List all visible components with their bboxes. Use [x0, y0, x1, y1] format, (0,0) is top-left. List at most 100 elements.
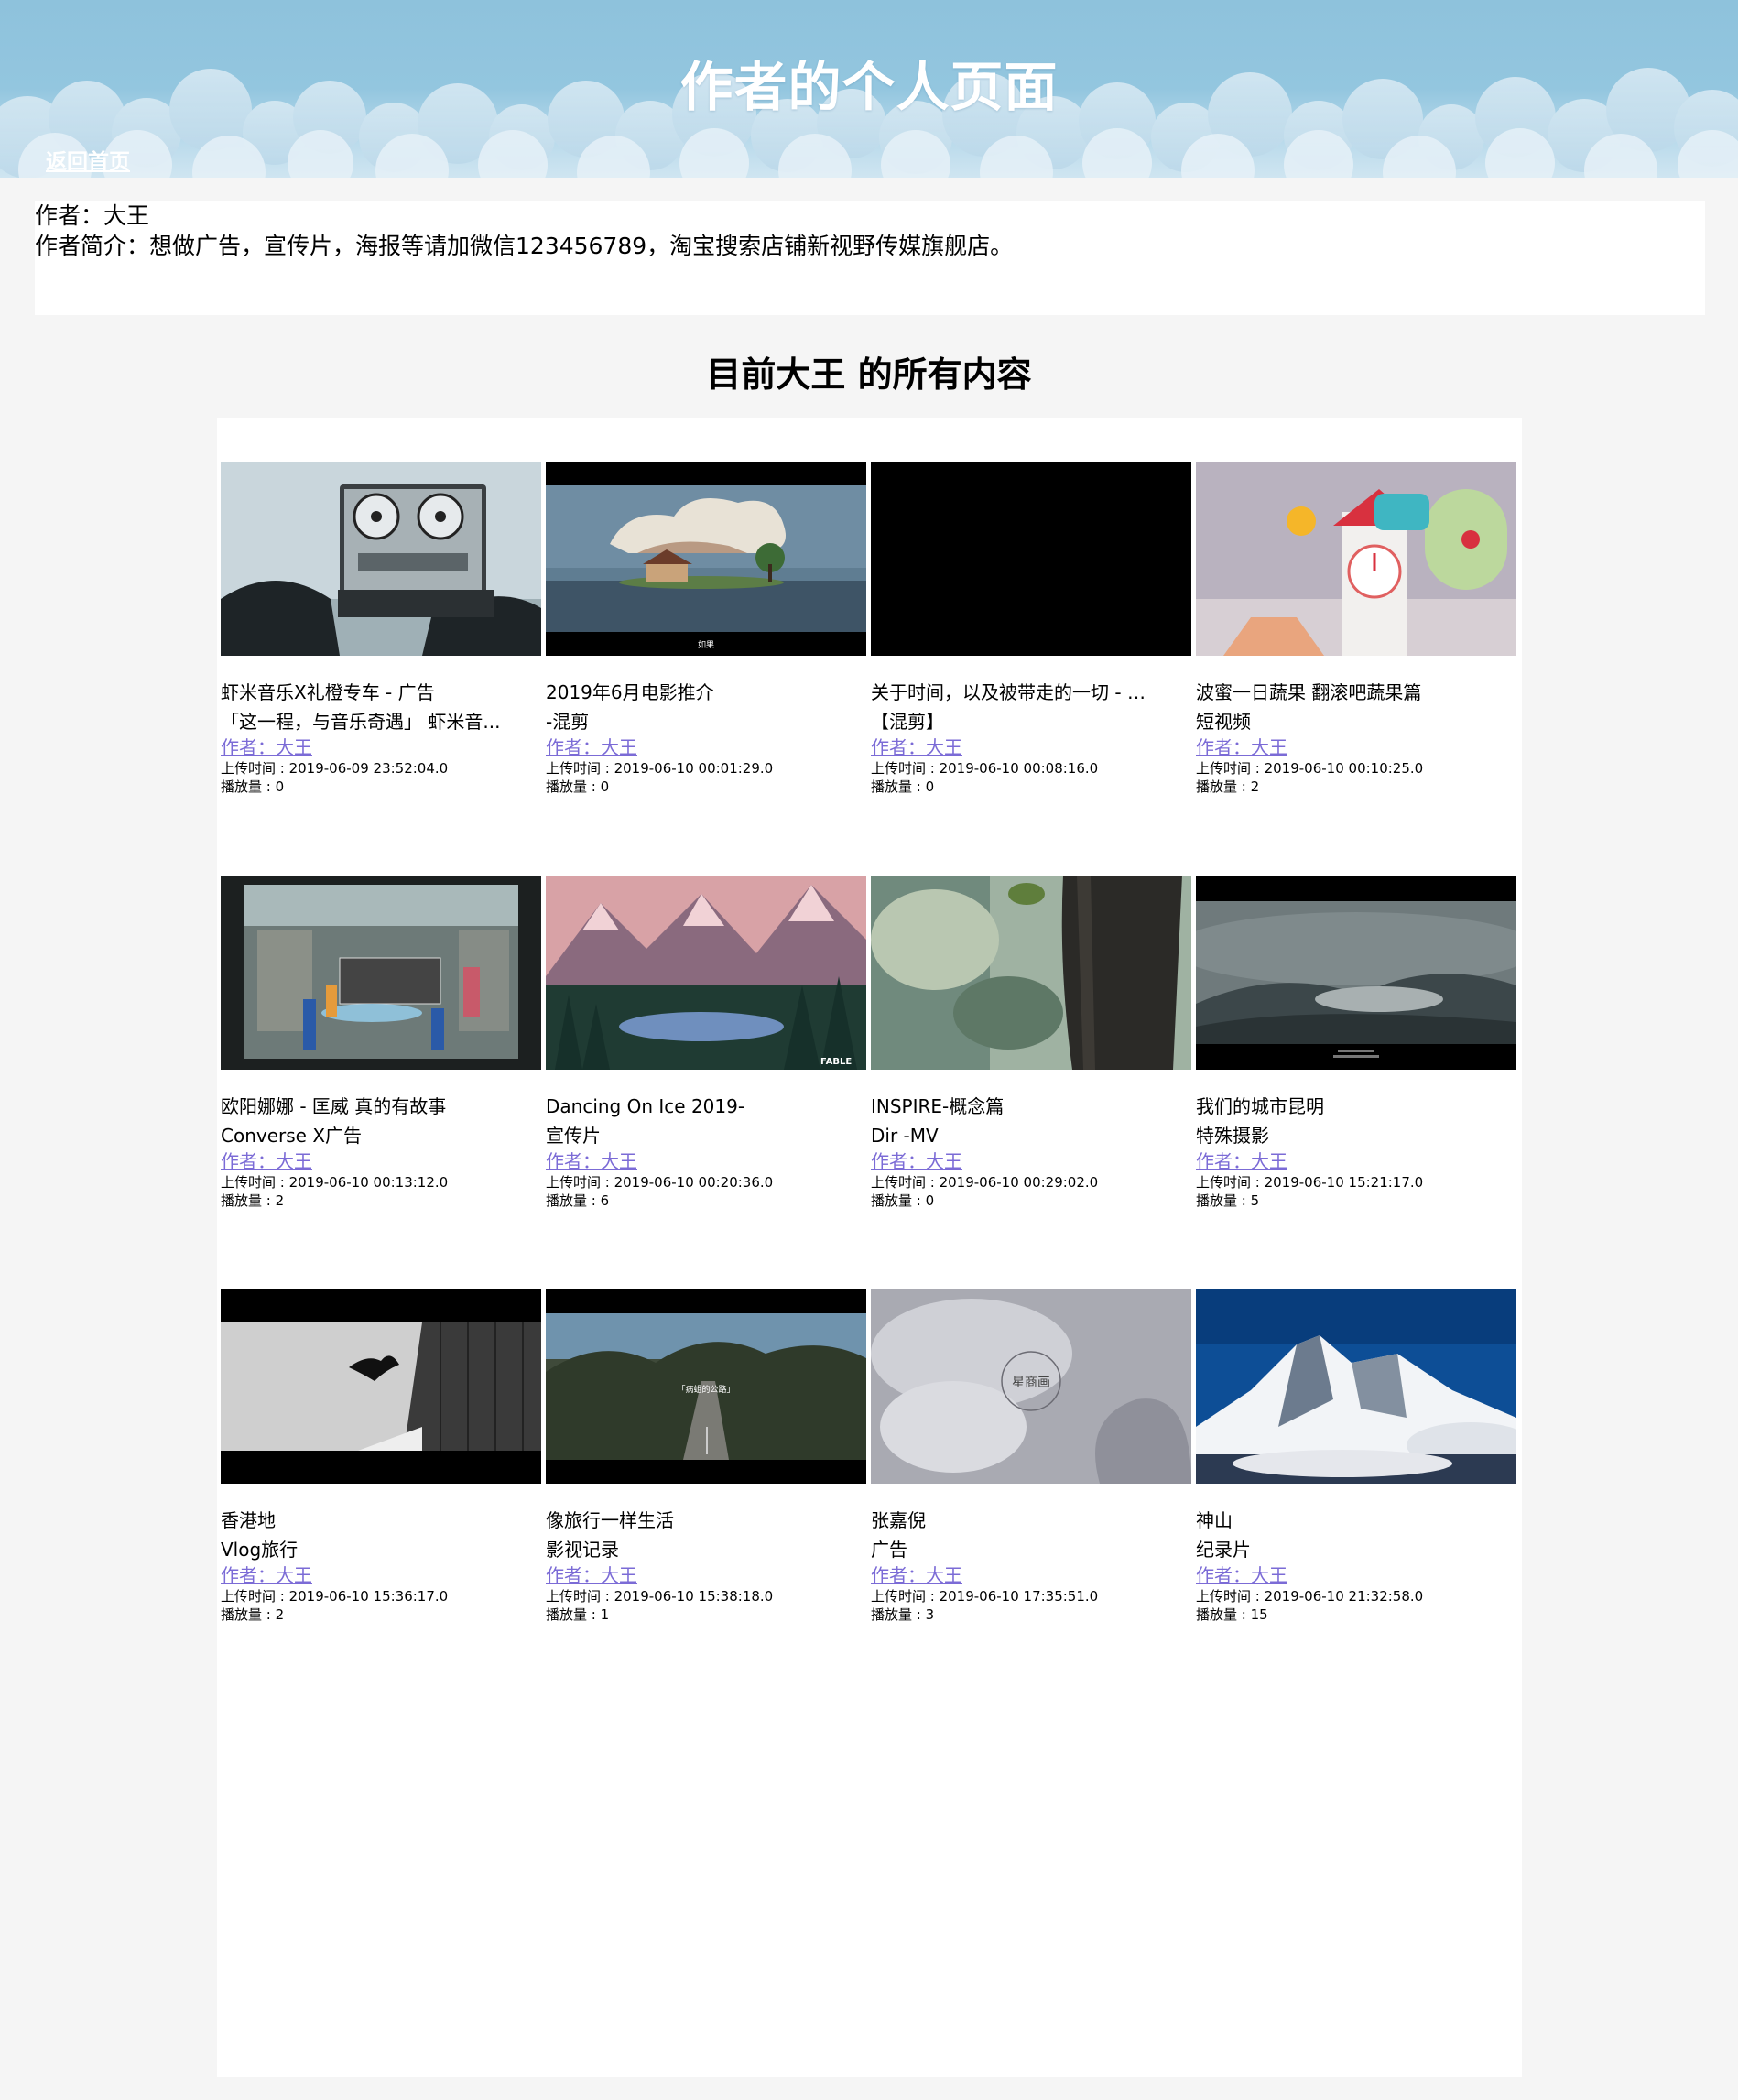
video-title[interactable]: 像旅行一样生活 影视记录: [546, 1506, 866, 1564]
upload-time: 上传时间 : 2019-06-10 00:29:02.0: [871, 1174, 1099, 1191]
video-thumbnail[interactable]: [1196, 1289, 1516, 1484]
video-title-line-2[interactable]: 短视频: [1196, 707, 1480, 736]
video-title-line-1[interactable]: 波蜜一日蔬果 翻滚吧蔬果篇: [1196, 678, 1480, 707]
video-thumbnail[interactable]: [221, 462, 541, 656]
video-meta: 上传时间 : 2019-06-10 00:13:12.0 播放量 : 2: [221, 1173, 448, 1210]
forest-road-image: 「病蛆的公路」: [546, 1289, 866, 1484]
foggy-hills-image: [1196, 876, 1516, 1070]
upload-time: 上传时间 : 2019-06-09 23:52:04.0: [221, 760, 449, 777]
video-title[interactable]: INSPIRE-概念篇 Dir -MV: [871, 1092, 1191, 1150]
play-count: 播放量 : 2: [221, 1606, 285, 1623]
video-title-line-1[interactable]: Dancing On Ice 2019-: [546, 1092, 830, 1121]
video-thumbnail[interactable]: [1196, 876, 1516, 1070]
video-author-link[interactable]: 作者：大王: [871, 1564, 962, 1586]
tape-recorder-image: [221, 462, 541, 656]
video-meta: 上传时间 : 2019-06-10 17:35:51.0 播放量 : 3: [871, 1587, 1098, 1624]
back-home-link[interactable]: 返回首页: [46, 144, 130, 175]
play-count: 播放量 : 6: [546, 1192, 610, 1209]
video-title-line-2[interactable]: Dir -MV: [871, 1121, 1155, 1150]
video-thumbnail[interactable]: FABLE: [546, 876, 866, 1070]
video-meta: 上传时间 : 2019-06-10 00:01:29.0 播放量 : 0: [546, 759, 773, 796]
video-title[interactable]: 张嘉倪 广告: [871, 1506, 1191, 1564]
video-title-line-2[interactable]: -混剪: [546, 707, 830, 736]
video-author-link[interactable]: 作者：大王: [221, 1564, 312, 1586]
video-author-link[interactable]: 作者：大王: [546, 736, 637, 758]
video-thumbnail[interactable]: 如果: [546, 462, 866, 656]
video-title[interactable]: 波蜜一日蔬果 翻滚吧蔬果篇 短视频: [1196, 678, 1516, 736]
video-author-link[interactable]: 作者：大王: [221, 1150, 312, 1172]
video-title-line-2[interactable]: 【混剪】: [871, 707, 1155, 736]
video-author-link[interactable]: 作者：大王: [221, 736, 312, 758]
video-title-line-1[interactable]: 张嘉倪: [871, 1506, 1155, 1535]
page-title: 作者的个人页面: [679, 56, 1059, 118]
video-title[interactable]: 欧阳娜娜 - 匡威 真的有故事 Converse X广告: [221, 1092, 541, 1150]
play-count: 播放量 : 0: [546, 778, 610, 795]
video-title[interactable]: 香港地 Vlog旅行: [221, 1506, 541, 1564]
video-title[interactable]: 2019年6月电影推介 -混剪: [546, 678, 866, 736]
upload-time: 上传时间 : 2019-06-10 15:38:18.0: [546, 1588, 774, 1605]
video-grid: 虾米音乐X礼橙专车 - 广告 「这一程，与音乐奇遇」 虾米音... 作者：大王 …: [217, 418, 1522, 2077]
thumbnail-caption: 如果: [698, 639, 714, 650]
video-title-line-1[interactable]: 像旅行一样生活: [546, 1506, 830, 1535]
upload-time: 上传时间 : 2019-06-10 15:36:17.0: [221, 1588, 449, 1605]
video-title-line-1[interactable]: 2019年6月电影推介: [546, 678, 830, 707]
video-thumbnail[interactable]: 星商画: [871, 1289, 1191, 1484]
video-author-link[interactable]: 作者：大王: [546, 1150, 637, 1172]
upload-time: 上传时间 : 2019-06-10 00:20:36.0: [546, 1174, 774, 1191]
video-author-link[interactable]: 作者：大王: [1196, 736, 1287, 758]
video-title-line-1[interactable]: 神山: [1196, 1506, 1480, 1535]
video-author-link[interactable]: 作者：大王: [1196, 1564, 1287, 1586]
video-author-link[interactable]: 作者：大王: [546, 1564, 637, 1586]
video-title-line-2[interactable]: 影视记录: [546, 1535, 830, 1564]
video-meta: 上传时间 : 2019-06-10 15:21:17.0 播放量 : 5: [1196, 1173, 1423, 1210]
video-title-line-1[interactable]: 关于时间，以及被带走的一切 - 混剪: [871, 678, 1155, 707]
upload-time: 上传时间 : 2019-06-10 00:08:16.0: [871, 760, 1099, 777]
upload-time: 上传时间 : 2019-06-10 21:32:58.0: [1196, 1588, 1424, 1605]
upload-time: 上传时间 : 2019-06-10 00:01:29.0: [546, 760, 774, 777]
upload-time: 上传时间 : 2019-06-10 00:10:25.0: [1196, 760, 1424, 777]
video-title[interactable]: 我们的城市昆明 特殊摄影: [1196, 1092, 1516, 1150]
video-title-line-1[interactable]: 我们的城市昆明: [1196, 1092, 1480, 1121]
video-author-link[interactable]: 作者：大王: [871, 1150, 962, 1172]
play-count: 播放量 : 0: [221, 778, 285, 795]
author-name: 作者：大王: [35, 202, 150, 229]
play-count: 播放量 : 2: [221, 1192, 285, 1209]
video-title-line-1[interactable]: 欧阳娜娜 - 匡威 真的有故事: [221, 1092, 505, 1121]
upload-time: 上传时间 : 2019-06-10 00:13:12.0: [221, 1174, 449, 1191]
author-info-box: 作者：大王 作者简介：想做广告，宣传片，海报等请加微信123456789，淘宝搜…: [35, 201, 1705, 315]
video-title-line-2[interactable]: 广告: [871, 1535, 1155, 1564]
video-title-line-1[interactable]: INSPIRE-概念篇: [871, 1092, 1155, 1121]
video-title-line-2[interactable]: 特殊摄影: [1196, 1121, 1480, 1150]
video-thumbnail[interactable]: 「病蛆的公路」: [546, 1289, 866, 1484]
video-meta: 上传时间 : 2019-06-10 21:32:58.0 播放量 : 15: [1196, 1587, 1423, 1624]
video-title-line-2[interactable]: 宣传片: [546, 1121, 830, 1150]
play-count: 播放量 : 3: [871, 1606, 935, 1623]
anime-house-image: 如果: [546, 462, 866, 656]
video-title-line-2[interactable]: Converse X广告: [221, 1121, 505, 1150]
haze-logo-image: 星商画: [871, 1289, 1191, 1484]
video-meta: 上传时间 : 2019-06-10 00:10:25.0 播放量 : 2: [1196, 759, 1423, 796]
everest-image: [1196, 1289, 1516, 1484]
video-thumbnail[interactable]: [221, 876, 541, 1070]
video-title-line-2[interactable]: 「这一程，与音乐奇遇」 虾米音...: [221, 707, 505, 736]
video-title-line-2[interactable]: 纪录片: [1196, 1535, 1480, 1564]
video-thumbnail[interactable]: [1196, 462, 1516, 656]
video-thumbnail[interactable]: [871, 462, 1191, 656]
video-thumbnail[interactable]: [221, 1289, 541, 1484]
video-title[interactable]: Dancing On Ice 2019- 宣传片: [546, 1092, 866, 1150]
video-title[interactable]: 关于时间，以及被带走的一切 - 混剪 【混剪】: [871, 678, 1191, 736]
video-author-link[interactable]: 作者：大王: [1196, 1150, 1287, 1172]
video-title-line-1[interactable]: 虾米音乐X礼橙专车 - 广告: [221, 678, 505, 707]
video-title[interactable]: 虾米音乐X礼橙专车 - 广告 「这一程，与音乐奇遇」 虾米音...: [221, 678, 541, 736]
video-thumbnail[interactable]: [871, 876, 1191, 1070]
snow-mountains-image: FABLE: [546, 876, 866, 1070]
video-meta: 上传时间 : 2019-06-10 00:20:36.0 播放量 : 6: [546, 1173, 773, 1210]
video-title[interactable]: 神山 纪录片: [1196, 1506, 1516, 1564]
play-count: 播放量 : 0: [871, 1192, 935, 1209]
video-meta: 上传时间 : 2019-06-10 15:36:17.0 播放量 : 2: [221, 1587, 448, 1624]
video-title-line-1[interactable]: 香港地: [221, 1506, 505, 1535]
video-author-link[interactable]: 作者：大王: [871, 736, 962, 758]
thumbnail-caption: FABLE: [820, 1057, 852, 1067]
video-title-line-2[interactable]: Vlog旅行: [221, 1535, 505, 1564]
thumbnail-caption: 星商画: [1012, 1376, 1050, 1390]
